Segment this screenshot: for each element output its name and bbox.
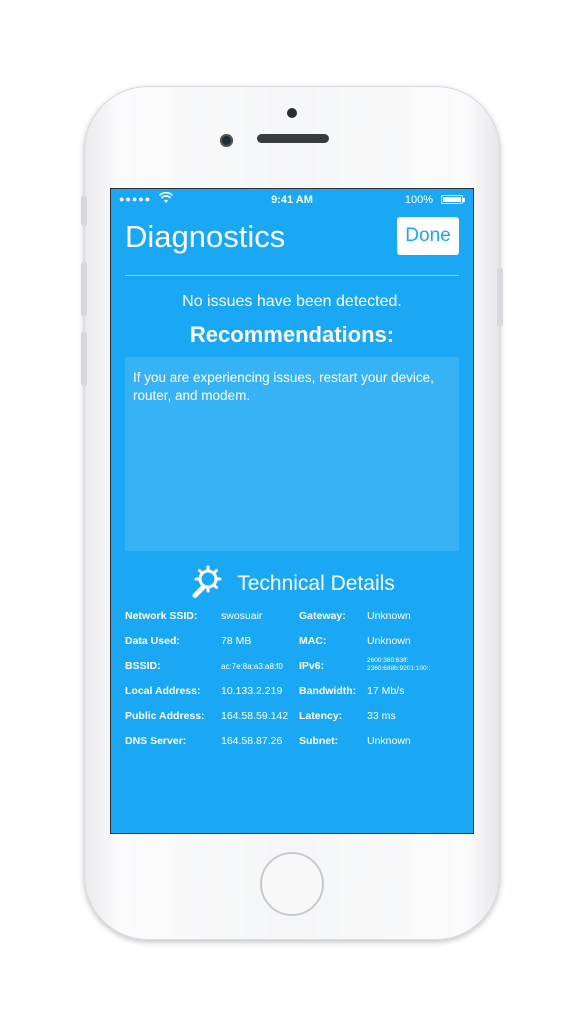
detail-label: BSSID: — [125, 660, 161, 672]
detail-value: 10.133.2.219 — [221, 685, 283, 697]
volume-down-button — [81, 332, 87, 386]
status-bar: ●●●●● 9:41 AM 100% — [111, 189, 473, 211]
detail-value: 2600:380:63ff: 2360:688b:9201:100:: — [367, 657, 430, 673]
recommendations-heading: Recommendations: — [189, 322, 395, 347]
detail-label: Network SSID: — [125, 610, 198, 622]
header-divider — [125, 275, 459, 276]
detail-row: DNS Server: 164.58.87.26 Subnet: Unknown — [125, 735, 465, 749]
technical-details-title: Technical Details — [237, 572, 395, 595]
detail-label: Public Address: — [125, 710, 205, 722]
ipv6-line-1: 2600:380:63ff: — [367, 657, 409, 664]
detail-value: 164.58.87.26 — [221, 735, 283, 747]
status-message: No issues have been detected. — [182, 293, 402, 310]
volume-up-button — [81, 262, 87, 316]
recommendations-text: If you are experiencing issues, restart … — [125, 357, 459, 551]
detail-label: Local Address: — [125, 685, 201, 697]
earpiece-speaker — [257, 134, 329, 143]
detail-label: Gateway: — [299, 610, 346, 622]
proximity-sensor — [287, 108, 297, 118]
page-title: Diagnostics — [125, 219, 286, 254]
detail-row: Public Address: 164.58.59.142 Latency: 3… — [125, 710, 465, 724]
detail-value: 164.58.59.142 — [221, 710, 289, 722]
technical-details-header: Technical Details — [111, 565, 473, 604]
detail-label: MAC: — [299, 635, 327, 647]
detail-label: Latency: — [299, 710, 343, 722]
battery-percent: 100% — [404, 194, 433, 206]
detail-value: 33 ms — [367, 710, 396, 722]
battery-icon — [441, 195, 465, 204]
mute-switch — [81, 196, 87, 226]
detail-value: 17 Mb/s — [367, 685, 405, 697]
detail-value: 78 MB — [221, 635, 252, 647]
detail-label: Bandwidth: — [299, 685, 357, 697]
detail-label: Subnet: — [299, 735, 339, 747]
detail-row: BSSID: ac:7e:8a:a3:a8:f0 IPv6: 2600:380:… — [125, 657, 465, 674]
home-button[interactable] — [260, 852, 324, 916]
detail-value: Unknown — [367, 635, 411, 647]
detail-value: swosuair — [221, 610, 263, 622]
detail-label: IPv6: — [299, 660, 325, 672]
detail-value: ac:7e:8a:a3:a8:f0 — [221, 662, 283, 671]
power-button — [497, 268, 503, 326]
detail-row: Data Used: 78 MB MAC: Unknown — [125, 635, 465, 649]
app-screen: ●●●●● 9:41 AM 100% Diagnostics Done No i… — [110, 188, 474, 834]
detail-value: Unknown — [367, 735, 411, 747]
detail-value: Unknown — [367, 610, 411, 622]
detail-label: Data Used: — [125, 635, 180, 647]
front-camera — [220, 134, 233, 147]
done-button[interactable]: Done — [397, 217, 459, 255]
detail-label: DNS Server: — [125, 735, 187, 747]
detail-row: Local Address: 10.133.2.219 Bandwidth: 1… — [125, 685, 465, 699]
wrench-gear-icon — [189, 565, 223, 604]
detail-row: Network SSID: swosuair Gateway: Unknown — [125, 610, 465, 624]
ipv6-line-2: 2360:688b:9201:100:: — [367, 665, 431, 672]
